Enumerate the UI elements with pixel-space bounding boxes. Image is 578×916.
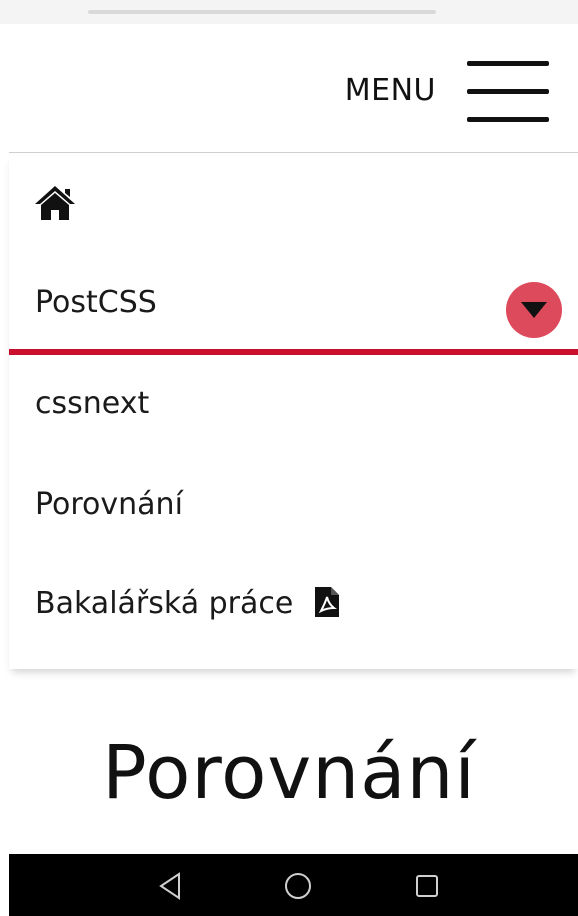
nav-item-postcss[interactable]: PostCSS — [35, 285, 157, 320]
caret-down-icon — [521, 302, 547, 318]
home-icon — [35, 186, 75, 220]
nav-item-label: Bakalářská práce — [35, 586, 294, 621]
recent-apps-icon[interactable] — [412, 871, 442, 901]
top-sliver-bar — [88, 10, 436, 14]
home-circle-icon[interactable] — [283, 871, 313, 901]
active-item-underline — [9, 349, 578, 355]
submenu-toggle-button[interactable] — [506, 282, 562, 338]
hamburger-menu-icon[interactable] — [467, 61, 549, 125]
hamburger-line-middle — [467, 89, 549, 94]
nav-item-bakalarska-prace[interactable]: Bakalářská práce — [35, 586, 339, 621]
pdf-file-icon — [314, 587, 339, 617]
hamburger-line-top — [467, 61, 549, 66]
nav-drawer: PostCSS cssnext Porovnání Bakalářská prá… — [9, 153, 578, 669]
nav-item-cssnext[interactable]: cssnext — [35, 386, 149, 421]
nav-item-porovnani[interactable]: Porovnání — [35, 487, 183, 522]
hamburger-line-bottom — [467, 117, 549, 122]
back-icon[interactable] — [156, 871, 186, 901]
page-title: Porovnání — [102, 730, 476, 816]
android-system-bar — [9, 854, 578, 916]
top-sliver — [0, 0, 578, 24]
site-header: MENU — [9, 24, 578, 153]
nav-home-link[interactable] — [34, 185, 76, 221]
menu-label[interactable]: MENU — [345, 73, 436, 108]
